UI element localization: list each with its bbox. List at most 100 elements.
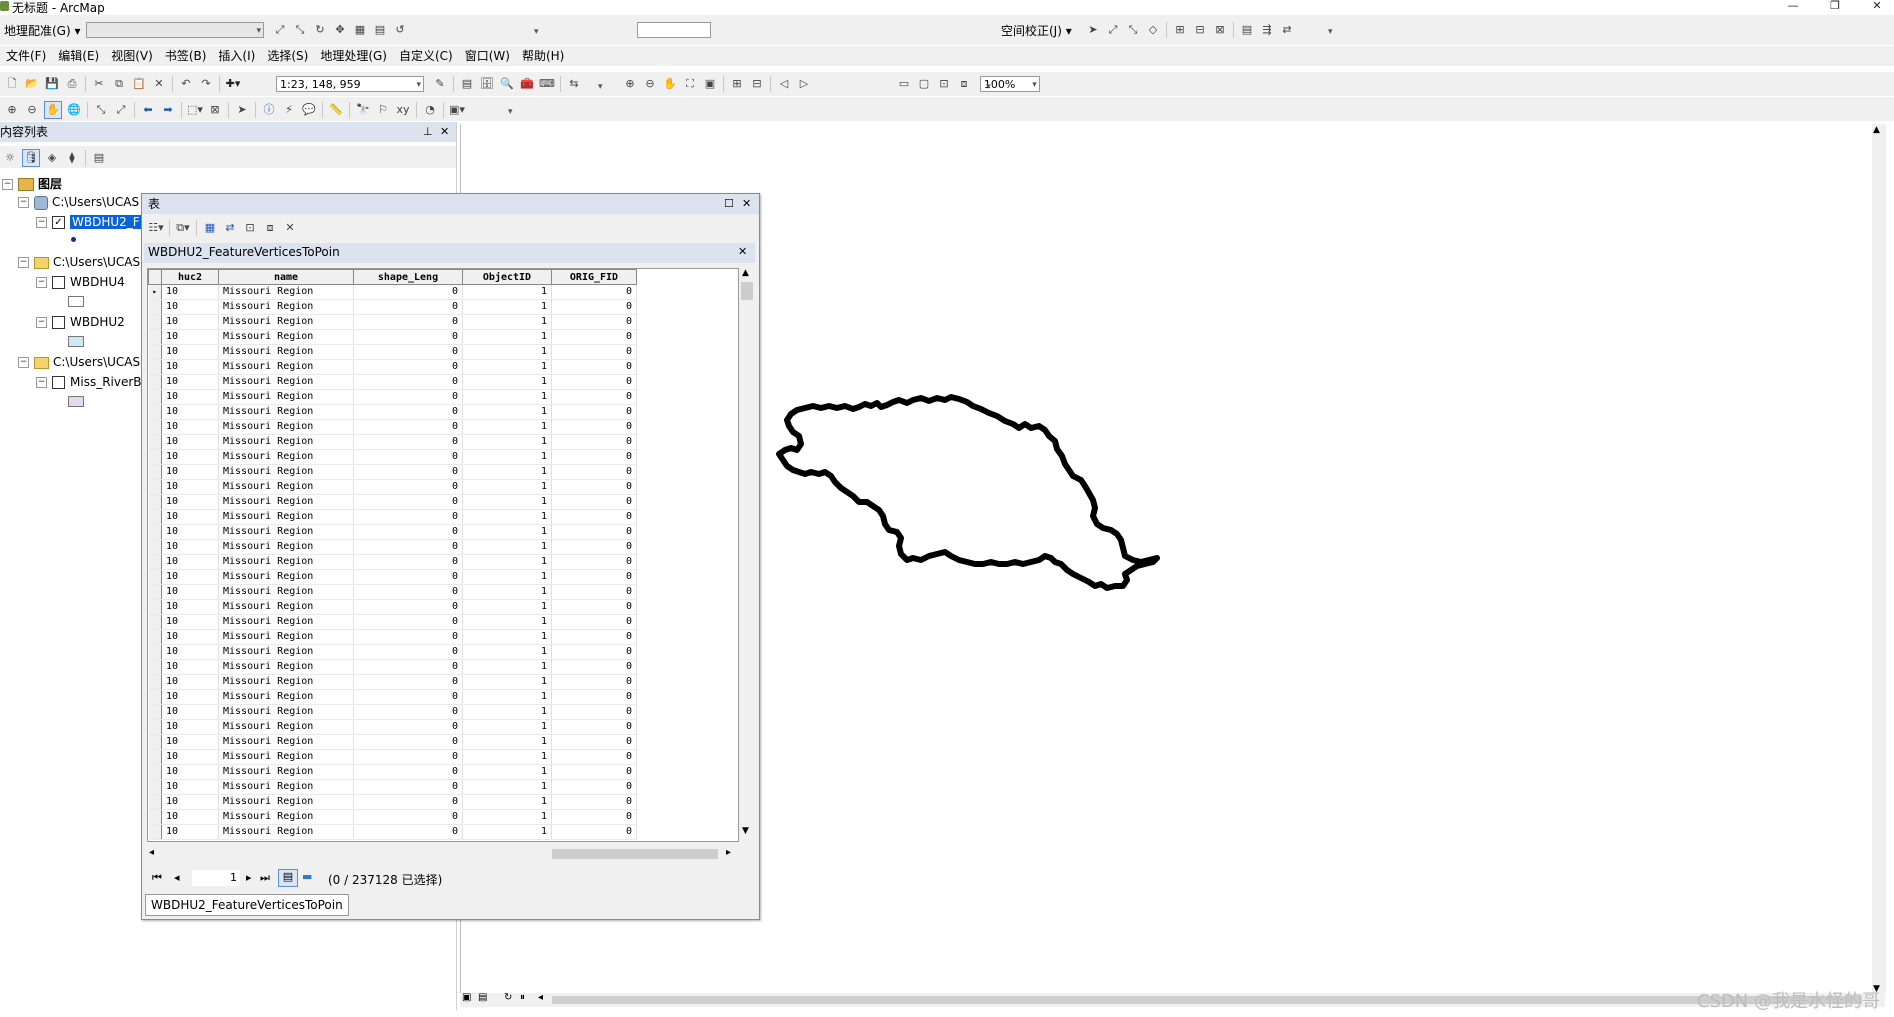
cell-orig-fid[interactable]: 0 [551, 599, 637, 615]
cell-orig-fid[interactable]: 0 [551, 359, 637, 375]
row-selector[interactable] [148, 374, 162, 390]
cell-objectid[interactable]: 1 [462, 284, 552, 300]
cell-shape-leng[interactable]: 0 [353, 404, 463, 420]
spatial-adjust-menu-button[interactable]: 空间校正(J) ▾ [1001, 22, 1072, 39]
cell-orig-fid[interactable]: 0 [551, 524, 637, 540]
toolbar-overflow-icon[interactable]: ▾ [598, 82, 603, 92]
cell-orig-fid[interactable]: 0 [551, 494, 637, 510]
cell-orig-fid[interactable]: 0 [551, 734, 637, 750]
cell-name[interactable]: Missouri Region [218, 704, 354, 720]
cell-orig-fid[interactable]: 0 [551, 389, 637, 405]
cell-shape-leng[interactable]: 0 [353, 389, 463, 405]
cell-huc2[interactable]: 10 [161, 494, 219, 510]
attribute-transfer-icon[interactable]: ⇄ [1279, 22, 1295, 38]
cell-shape-leng[interactable]: 0 [353, 539, 463, 555]
layer-visibility-checkbox[interactable]: ✓ [52, 216, 65, 229]
layout-view-icon[interactable]: ▤ [478, 992, 487, 1003]
cut-icon[interactable]: ✂ [91, 76, 107, 92]
fixed-zoom-out-icon[interactable]: ⤢ [113, 102, 129, 118]
cell-name[interactable]: Missouri Region [218, 434, 354, 450]
row-selector[interactable] [148, 569, 162, 585]
new-identity-link-icon[interactable]: ⊞ [1172, 22, 1188, 38]
cell-shape-leng[interactable]: 0 [353, 359, 463, 375]
cell-name[interactable]: Missouri Region [218, 749, 354, 765]
cell-name[interactable]: Missouri Region [218, 299, 354, 315]
collapse-icon[interactable]: − [18, 357, 29, 368]
cell-shape-leng[interactable]: 0 [353, 329, 463, 345]
undo-icon[interactable]: ↶ [178, 76, 194, 92]
row-selector[interactable] [148, 764, 162, 780]
cell-huc2[interactable]: 10 [161, 314, 219, 330]
table-row[interactable]: 10 Missouri Region 0 1 0 [148, 749, 637, 765]
identify-icon[interactable]: ⓘ [261, 102, 277, 118]
fixed-zoom-in-icon[interactable]: ⊞ [729, 76, 745, 92]
georef-menu-button[interactable]: 地理配准(G) ▾ [4, 22, 81, 39]
view-link-table-icon[interactable]: ▤ [1239, 22, 1255, 38]
arctoolbox-icon[interactable]: 🧰 [519, 76, 535, 92]
cell-objectid[interactable]: 1 [462, 329, 552, 345]
cell-objectid[interactable]: 1 [462, 434, 552, 450]
row-selector[interactable]: ▸ [148, 284, 162, 300]
cell-huc2[interactable]: 10 [161, 539, 219, 555]
row-selector[interactable] [148, 509, 162, 525]
cell-shape-leng[interactable]: 0 [353, 689, 463, 705]
table-window-close-icon[interactable]: ✕ [742, 194, 751, 214]
table-row[interactable]: 10 Missouri Region 0 1 0 [148, 524, 637, 540]
data-view-icon[interactable]: ▣ [462, 992, 471, 1003]
zoom-whole-page-icon[interactable]: ⛶ [682, 76, 698, 92]
data-driven-pages-icon[interactable]: ⧈ [956, 76, 972, 92]
cell-orig-fid[interactable]: 0 [551, 539, 637, 555]
row-selector[interactable] [148, 674, 162, 690]
georef-layer-combo[interactable]: ▾ [86, 22, 264, 38]
cell-objectid[interactable]: 1 [462, 749, 552, 765]
table-row[interactable]: 10 Missouri Region 0 1 0 [148, 599, 637, 615]
auto-adjust-icon[interactable]: ⤡ [292, 22, 308, 38]
cell-orig-fid[interactable]: 0 [551, 554, 637, 570]
cell-shape-leng[interactable]: 0 [353, 524, 463, 540]
clear-links-icon[interactable]: ⊠ [1212, 22, 1228, 38]
table-row[interactable]: 10 Missouri Region 0 1 0 [148, 614, 637, 630]
menu-insert[interactable]: 插入(I) [212, 46, 261, 66]
cell-shape-leng[interactable]: 0 [353, 719, 463, 735]
row-selector[interactable] [148, 344, 162, 360]
layout-zoom-in-icon[interactable]: ⊕ [622, 76, 638, 92]
cell-orig-fid[interactable]: 0 [551, 404, 637, 420]
cell-name[interactable]: Missouri Region [218, 614, 354, 630]
cell-name[interactable]: Missouri Region [218, 344, 354, 360]
cell-objectid[interactable]: 1 [462, 764, 552, 780]
measure-icon[interactable]: 📏 [328, 102, 344, 118]
georef-transform-field[interactable] [636, 22, 711, 38]
layer-name[interactable]: WBDHU2 [70, 315, 125, 329]
cell-huc2[interactable]: 10 [161, 629, 219, 645]
cell-shape-leng[interactable]: 0 [353, 674, 463, 690]
table-row[interactable]: 10 Missouri Region 0 1 0 [148, 464, 637, 480]
minimize-button[interactable]: — [1778, 0, 1808, 14]
row-selector[interactable] [148, 479, 162, 495]
table-row[interactable]: 10 Missouri Region 0 1 0 [148, 434, 637, 450]
cell-name[interactable]: Missouri Region [218, 329, 354, 345]
table-row[interactable]: 10 Missouri Region 0 1 0 [148, 584, 637, 600]
last-record-icon[interactable]: ⏭ [260, 871, 270, 885]
cell-orig-fid[interactable]: 0 [551, 314, 637, 330]
cell-objectid[interactable]: 1 [462, 614, 552, 630]
toc-close-icon[interactable]: ✕ [440, 122, 449, 142]
cell-objectid[interactable]: 1 [462, 734, 552, 750]
cell-shape-leng[interactable]: 0 [353, 779, 463, 795]
row-selector[interactable] [148, 299, 162, 315]
row-selector[interactable] [148, 494, 162, 510]
cell-name[interactable]: Missouri Region [218, 674, 354, 690]
row-selector[interactable] [148, 644, 162, 660]
table-row[interactable]: 10 Missouri Region 0 1 0 [148, 509, 637, 525]
add-data-icon[interactable]: ✚▾ [225, 76, 241, 92]
forward-icon[interactable]: ➡ [160, 102, 176, 118]
cell-name[interactable]: Missouri Region [218, 479, 354, 495]
table-row[interactable]: 10 Missouri Region 0 1 0 [148, 719, 637, 735]
cell-shape-leng[interactable]: 0 [353, 509, 463, 525]
back-icon[interactable]: ⬅ [140, 102, 156, 118]
cell-huc2[interactable]: 10 [161, 329, 219, 345]
view-links-icon[interactable]: ▤ [372, 22, 388, 38]
row-selector[interactable] [148, 734, 162, 750]
cell-objectid[interactable]: 1 [462, 299, 552, 315]
cell-shape-leng[interactable]: 0 [353, 629, 463, 645]
row-selector[interactable] [148, 659, 162, 675]
